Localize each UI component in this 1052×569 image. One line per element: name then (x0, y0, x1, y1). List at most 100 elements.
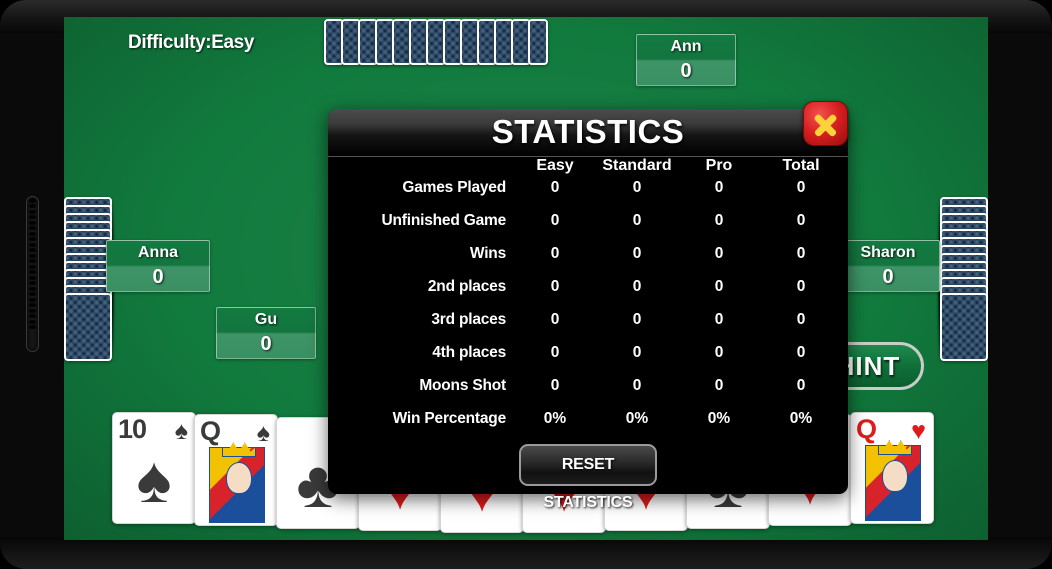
player-score: 0 (152, 266, 164, 288)
speaker-hole (29, 253, 36, 258)
speaker-hole (29, 325, 36, 329)
hand-card[interactable]: Q ♥ (850, 412, 934, 525)
speaker-hole (29, 215, 36, 219)
table-row: Unfinished Game 0 0 0 0 (328, 212, 848, 245)
card-back (64, 293, 112, 361)
column-header: Total (782, 157, 820, 174)
card-suit-icon: ♥ (911, 417, 926, 446)
player-name: Sharon (860, 244, 916, 261)
table-cell: 0 (714, 245, 724, 262)
speaker-hole (29, 209, 36, 214)
table-cell: 0 (796, 179, 806, 196)
table-header-row: Easy Standard Pro Total (328, 157, 848, 179)
speaker-hole (29, 198, 36, 203)
speaker-hole (29, 248, 36, 252)
speaker-hole (29, 204, 36, 208)
card-suit-icon: ♠ (256, 419, 270, 448)
table-cell: 0 (550, 245, 560, 262)
hand-card[interactable]: Q ♠ (194, 414, 278, 527)
player-plate-bottom: Gu 0 (216, 307, 316, 359)
court-card-art (209, 447, 265, 524)
table-cell: 0% (625, 410, 649, 427)
statistics-dialog: STATISTICS Easy Standard Pro Total Games Pla… (328, 101, 848, 511)
table-cell: 0 (632, 179, 642, 196)
table-cell: 0 (796, 212, 806, 229)
bezel-bottom (0, 537, 1052, 569)
table-cell: 0% (543, 410, 567, 427)
table-cell: 0 (632, 344, 642, 361)
row-label: 2nd places (427, 278, 506, 295)
row-label: Moons Shot (419, 377, 506, 394)
table-cell: 0 (632, 212, 642, 229)
table-row: 4th places 0 0 0 0 (328, 344, 848, 377)
player-name: Anna (138, 244, 178, 261)
table-row: 2nd places 0 0 0 0 (328, 278, 848, 311)
column-header: Standard (602, 157, 672, 174)
table-cell: 0 (550, 377, 560, 394)
speaker-hole (29, 286, 36, 291)
speaker-hole (29, 231, 36, 236)
player-plate-left: Anna 0 (106, 240, 210, 292)
column-header: Easy (536, 157, 574, 174)
player-plate-right: Sharon 0 (836, 240, 940, 292)
player-name: Ann (670, 38, 702, 55)
device-frame: Difficulty:Easy Ann 0 Anna 0 Sharon 0 Gu… (0, 0, 1052, 569)
close-icon[interactable] (803, 101, 848, 146)
game-screen: Difficulty:Easy Ann 0 Anna 0 Sharon 0 Gu… (64, 17, 988, 540)
table-cell: 0 (550, 344, 560, 361)
table-row: Win Percentage 0% 0% 0% 0% (328, 410, 848, 443)
table-cell: 0 (714, 377, 724, 394)
table-cell: 0% (789, 410, 813, 427)
speaker-hole (29, 319, 36, 324)
speaker-hole (29, 264, 36, 269)
opponent-hand-top (324, 19, 576, 65)
player-plate-top: Ann 0 (636, 34, 736, 86)
speaker-grille (26, 196, 39, 352)
speaker-hole (29, 308, 36, 313)
table-cell: 0 (714, 278, 724, 295)
card-center-pip: ♠ (136, 442, 172, 517)
speaker-hole (29, 242, 36, 247)
statistics-table: Easy Standard Pro Total Games Played 0 0 0 0 Unfi… (328, 157, 848, 443)
table-cell: 0 (796, 377, 806, 394)
opponent-hand-right (940, 197, 988, 367)
table-row: Moons Shot 0 0 0 0 (328, 377, 848, 410)
speaker-hole (29, 226, 36, 230)
player-score: 0 (680, 60, 692, 82)
dialog-title: STATISTICS (491, 113, 685, 150)
table-cell: 0 (796, 344, 806, 361)
row-label: Win Percentage (392, 410, 507, 427)
card-back (940, 293, 988, 361)
opponent-hand-left (64, 197, 112, 367)
row-label: Games Played (402, 179, 506, 196)
table-cell: 0 (632, 311, 642, 328)
table-cell: 0 (714, 311, 724, 328)
speaker-hole (29, 259, 36, 263)
card-rank: Q (856, 414, 877, 445)
row-label: Unfinished Game (381, 212, 507, 229)
table-cell: 0 (550, 278, 560, 295)
speaker-hole (29, 297, 36, 302)
table-cell: 0 (550, 212, 560, 229)
speaker-hole (29, 270, 36, 274)
speaker-hole (29, 292, 36, 296)
hand-card[interactable]: 10 ♠ ♠ (112, 412, 196, 525)
speaker-hole (29, 237, 36, 241)
reset-statistics-button[interactable]: RESET STATISTICS (519, 444, 657, 511)
speaker-hole (29, 314, 36, 318)
table-cell: 0% (707, 410, 731, 427)
table-row: Wins 0 0 0 0 (328, 245, 848, 278)
dialog-titlebar: STATISTICS (328, 101, 848, 157)
table-cell: 0 (796, 245, 806, 262)
speaker-hole (29, 303, 36, 307)
table-cell: 0 (632, 278, 642, 295)
speaker-hole (29, 275, 36, 280)
row-label: 3rd places (431, 311, 506, 328)
row-label: 4th places (432, 344, 506, 361)
card-rank: 10 (118, 414, 147, 445)
card-suit-icon: ♠ (174, 417, 188, 446)
table-row: Games Played 0 0 0 0 (328, 179, 848, 212)
difficulty-label: Difficulty:Easy (128, 32, 254, 53)
player-name: Gu (254, 311, 278, 328)
card-back (528, 19, 548, 65)
